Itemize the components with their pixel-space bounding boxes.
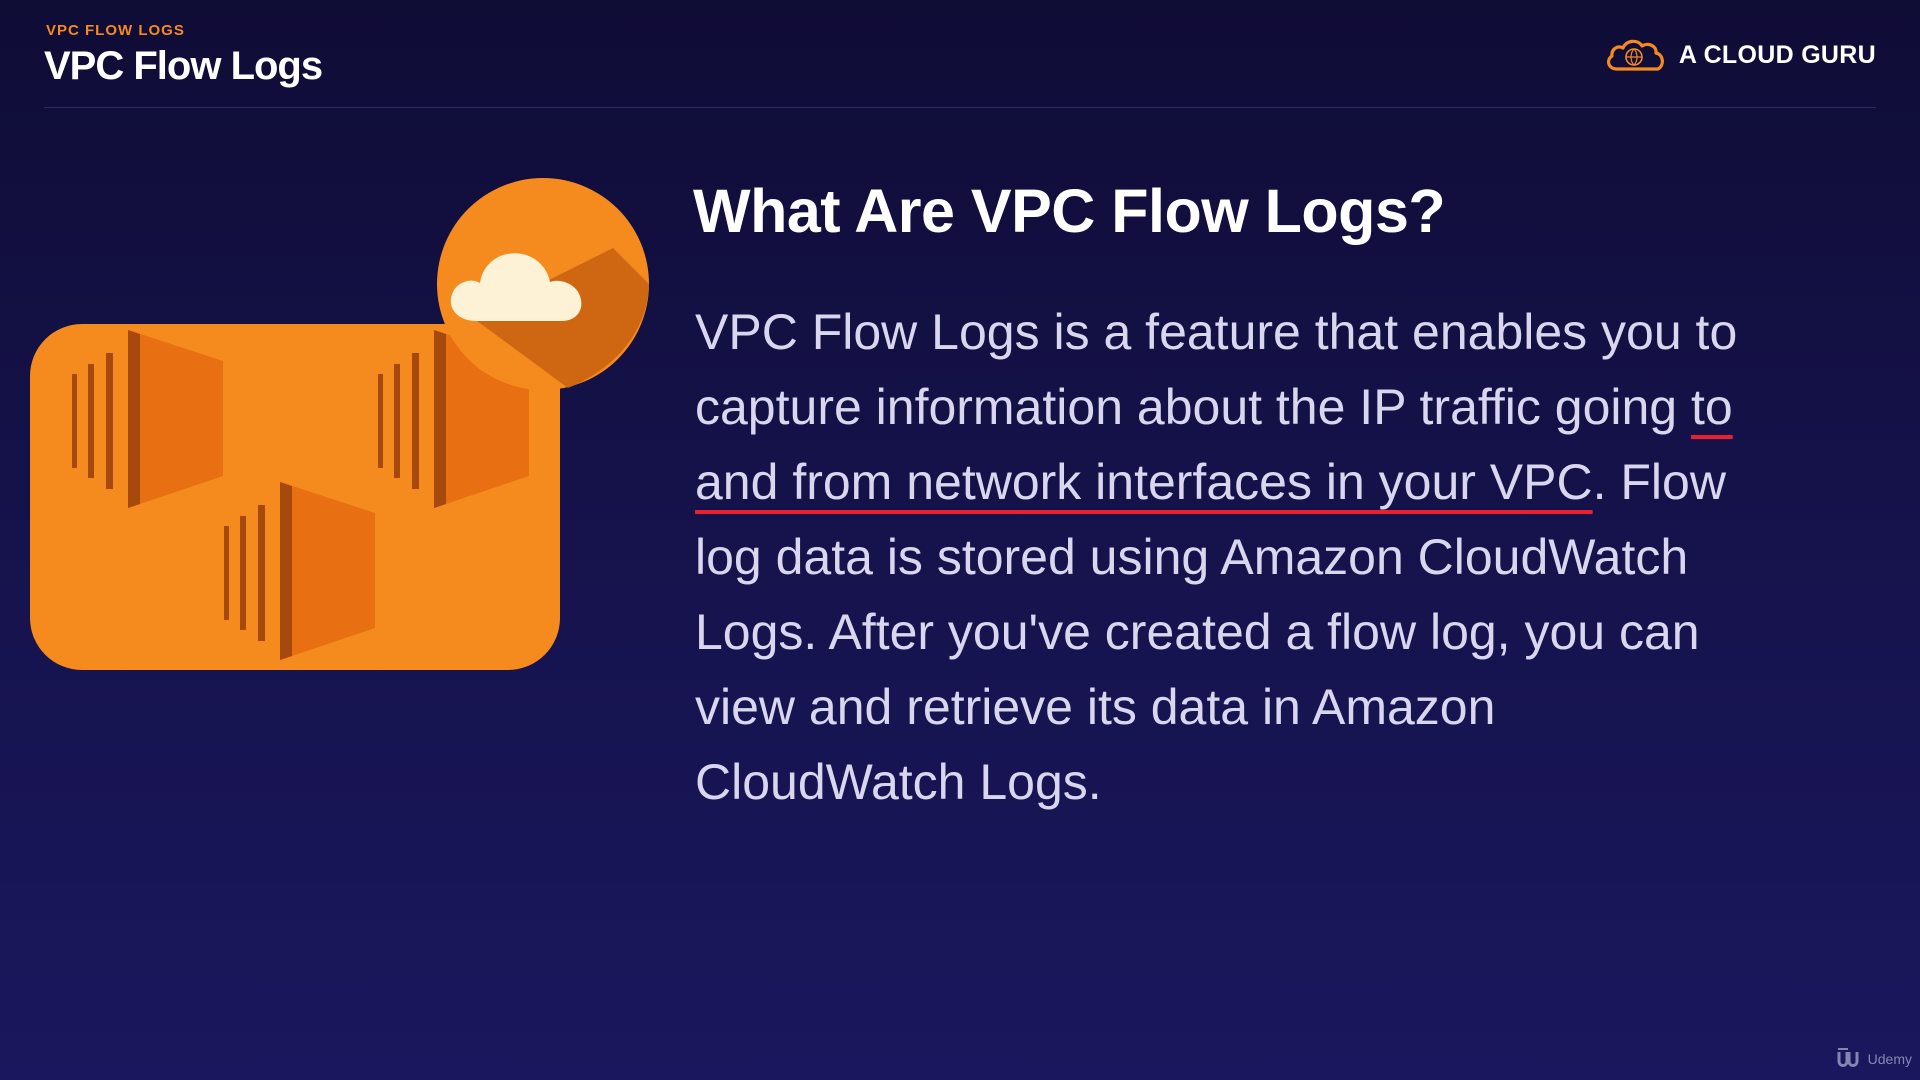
- brand: A CLOUD GURU: [1603, 34, 1876, 76]
- watermark-text: Udemy: [1867, 1051, 1912, 1067]
- text-fragment: log data is stored using Amazon CloudWat…: [695, 529, 1689, 585]
- section-kicker: VPC FLOW LOGS: [46, 22, 185, 39]
- paragraph-line-3: and from network interfaces in your VPC.…: [695, 445, 1845, 520]
- cloudwatch-badge: [437, 178, 649, 390]
- content-heading: What Are VPC Flow Logs?: [693, 177, 1446, 245]
- text-fragment: . Flow: [1592, 454, 1726, 510]
- udemy-logo-icon: [1837, 1048, 1859, 1067]
- paragraph-line-4: log data is stored using Amazon CloudWat…: [695, 520, 1845, 595]
- header-divider: [44, 107, 1876, 108]
- cloud-guru-logo-icon: [1606, 39, 1664, 71]
- paragraph-line-1: VPC Flow Logs is a feature that enables …: [695, 295, 1845, 370]
- paragraph-line-2: capture information about the IP traffic…: [695, 370, 1845, 445]
- highlighted-text: to: [1691, 379, 1733, 435]
- text-fragment: view and retrieve its data in Amazon: [695, 679, 1496, 735]
- aws-flow-logs-icon: [30, 178, 649, 670]
- text-fragment: VPC Flow Logs is a feature that enables …: [695, 304, 1738, 360]
- highlighted-text: and from network interfaces in your VPC: [695, 454, 1593, 510]
- text-fragment: Logs. After you've created a flow log, y…: [695, 604, 1700, 660]
- paragraph-line-7: CloudWatch Logs.: [695, 745, 1845, 820]
- text-fragment: CloudWatch Logs.: [695, 754, 1102, 810]
- udemy-watermark: Udemy: [1836, 1048, 1912, 1070]
- paragraph-line-5: Logs. After you've created a flow log, y…: [695, 595, 1845, 670]
- brand-name: A CLOUD GURU: [1678, 40, 1876, 69]
- text-fragment: capture information about the IP traffic…: [695, 379, 1691, 435]
- content-paragraph: VPC Flow Logs is a feature that enables …: [695, 295, 1845, 820]
- paragraph-line-6: view and retrieve its data in Amazon: [695, 670, 1845, 745]
- slide-title: VPC Flow Logs: [44, 44, 323, 88]
